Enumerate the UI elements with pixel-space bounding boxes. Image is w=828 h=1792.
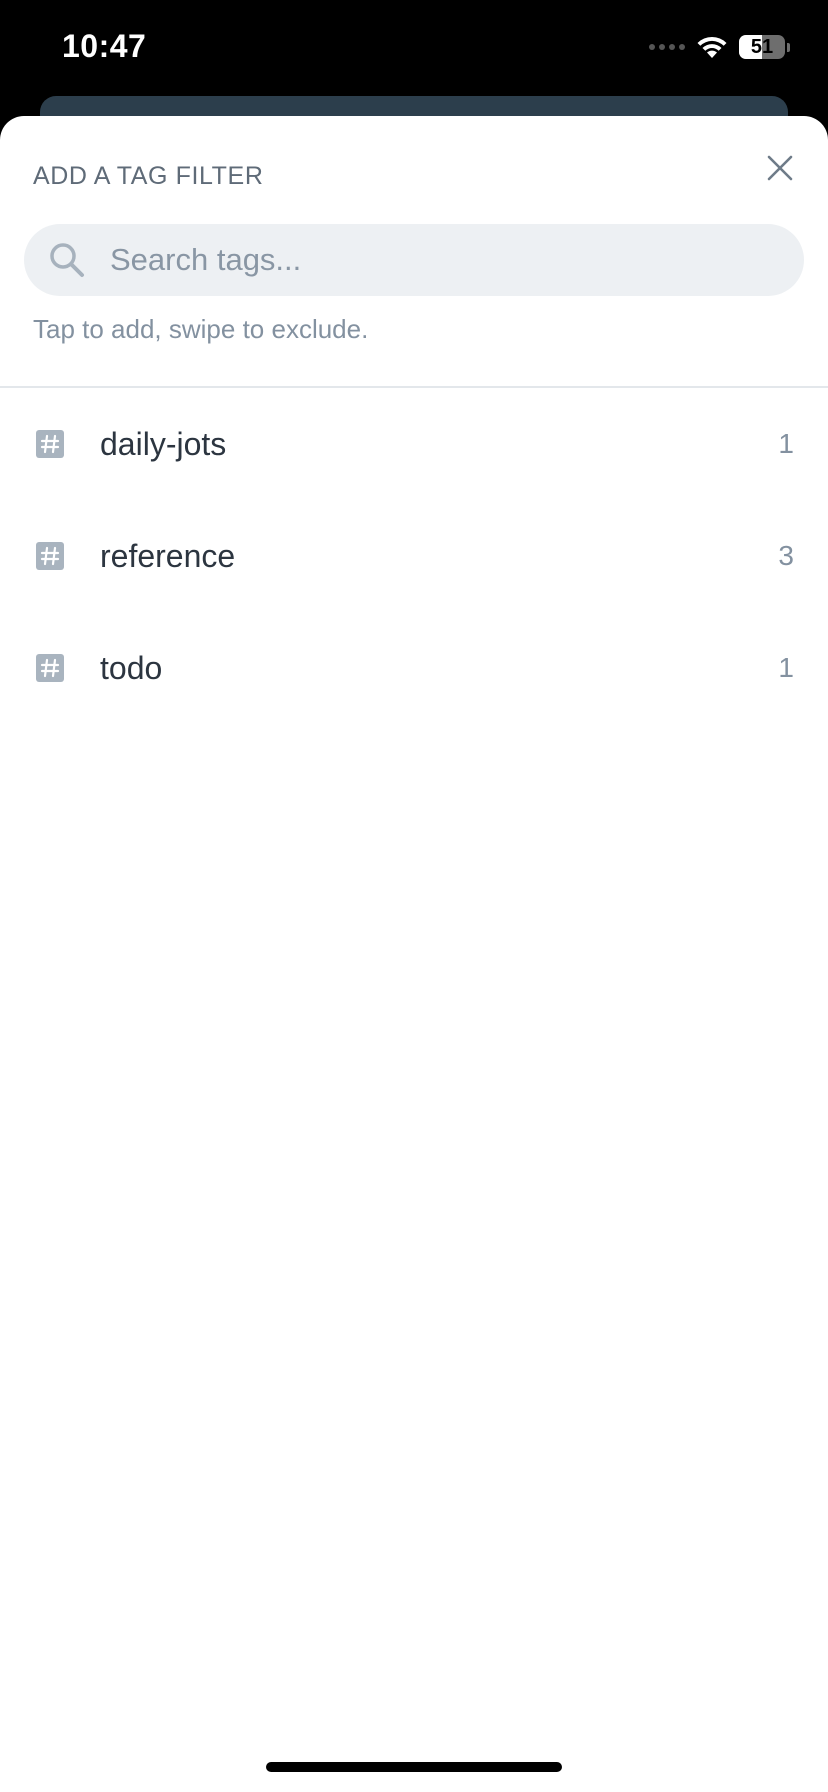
hashtag-icon xyxy=(36,654,64,682)
tag-row-todo[interactable]: todo 1 xyxy=(0,612,828,724)
hint-text: Tap to add, swipe to exclude. xyxy=(33,314,369,344)
hashtag-icon xyxy=(36,542,64,570)
tag-label: reference xyxy=(100,538,236,574)
home-indicator[interactable] xyxy=(266,1762,562,1772)
tag-row-daily-jots[interactable]: daily-jots 1 xyxy=(0,388,828,500)
search-box[interactable] xyxy=(24,224,804,296)
tag-count: 3 xyxy=(778,540,794,571)
cellular-signal-icon xyxy=(649,44,685,50)
tag-label: daily-jots xyxy=(100,426,227,462)
search-icon xyxy=(50,243,84,277)
search-input[interactable] xyxy=(108,241,752,279)
close-icon xyxy=(767,155,793,181)
status-bar: 10:47 51 xyxy=(0,0,828,100)
status-time: 10:47 xyxy=(62,28,147,64)
hashtag-icon xyxy=(36,430,64,458)
tag-label: todo xyxy=(100,650,163,686)
tag-list: daily-jots 1 reference 3 todo 1 xyxy=(0,388,828,724)
tag-count: 1 xyxy=(778,652,794,683)
sheet-title: ADD A TAG FILTER xyxy=(33,162,264,190)
battery-icon: 51 xyxy=(739,35,785,59)
battery-nub xyxy=(787,42,790,52)
status-indicators: 51 xyxy=(649,34,790,60)
wifi-icon xyxy=(697,36,727,58)
close-button[interactable] xyxy=(758,146,802,190)
tag-count: 1 xyxy=(778,428,794,459)
tag-row-reference[interactable]: reference 3 xyxy=(0,500,828,612)
tag-filter-sheet: ADD A TAG FILTER Tap to add, swipe to ex… xyxy=(0,116,828,1792)
battery-percentage: 51 xyxy=(750,35,774,58)
